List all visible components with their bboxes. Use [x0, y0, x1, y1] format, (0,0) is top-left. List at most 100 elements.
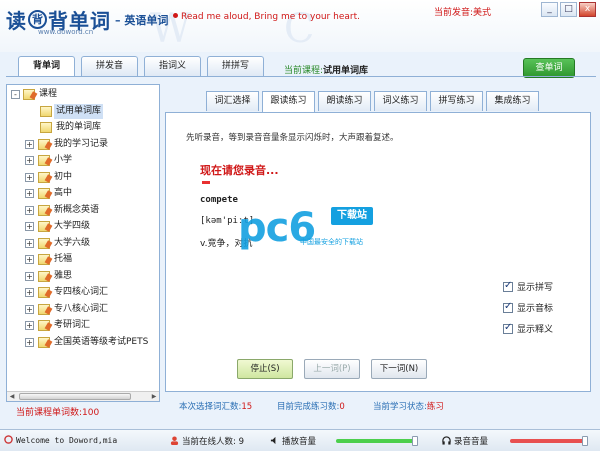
- tab-pronunciation[interactable]: 拼发音: [81, 56, 138, 76]
- expand-icon[interactable]: +: [25, 222, 34, 231]
- course-tree[interactable]: - 课程 试用单词库 我的单词库 + 我的学习记录 + 小学 + 初中 + 高中 + 新概念英语 + 大学四级…: [6, 84, 160, 402]
- scroll-right-icon[interactable]: ▶: [149, 392, 159, 401]
- user-icon: [170, 436, 179, 445]
- record-volume-label: 录音音量: [454, 437, 489, 447]
- expand-icon[interactable]: +: [25, 156, 34, 165]
- record-volume-slider[interactable]: [510, 439, 586, 443]
- tab-spelling-practice[interactable]: 拼写练习: [430, 91, 483, 111]
- folder-icon: [38, 270, 50, 282]
- current-voice-label[interactable]: 当前发音:美式: [434, 5, 491, 18]
- show-phonetic-option[interactable]: 显示音标: [503, 301, 553, 314]
- tree-item[interactable]: - 课程: [7, 87, 159, 102]
- tab-spelling[interactable]: 拼拼写: [207, 56, 264, 76]
- slogan-dot-icon: [173, 13, 178, 18]
- maximize-button[interactable]: □: [560, 2, 577, 17]
- logo-subtitle: – 英语单词: [115, 13, 169, 27]
- tree-item[interactable]: + 专八核心词汇: [7, 302, 159, 317]
- current-course: 当前课程:试用单词库: [284, 63, 368, 76]
- expand-icon[interactable]: +: [25, 337, 34, 347]
- expand-icon[interactable]: +: [25, 304, 34, 314]
- lookup-word-button[interactable]: 查单词: [523, 58, 575, 78]
- expand-icon[interactable]: +: [25, 271, 34, 281]
- speaker-icon: [270, 436, 276, 445]
- playback-volume-slider[interactable]: [336, 439, 416, 443]
- tree-item[interactable]: + 新概念英语: [7, 203, 159, 218]
- current-course-value: 试用单词库: [323, 66, 369, 76]
- stop-button[interactable]: 停止(S): [237, 359, 293, 379]
- tab-integrated-practice[interactable]: 集成练习: [486, 91, 539, 111]
- tree-item[interactable]: 我的单词库: [7, 120, 159, 135]
- welcome-text: Welcome to Doword,mia: [16, 436, 118, 445]
- folder-icon: [38, 254, 50, 265]
- expand-icon[interactable]: +: [25, 139, 34, 149]
- scroll-left-icon[interactable]: ◀: [7, 392, 17, 401]
- tree-item-label: 高中: [54, 188, 73, 198]
- tab-word-select[interactable]: 词汇选择: [206, 91, 259, 111]
- scroll-thumb[interactable]: [19, 393, 131, 400]
- tree-item[interactable]: + 初中: [7, 170, 159, 185]
- tab-divider: [6, 76, 596, 77]
- collapse-icon[interactable]: -: [11, 90, 20, 99]
- tree-item[interactable]: + 考研词汇: [7, 318, 159, 333]
- tree-item[interactable]: + 全国英语等级考试PETS: [7, 335, 159, 350]
- folder-icon: [40, 122, 52, 133]
- record-volume-knob[interactable]: [582, 436, 588, 446]
- folder-icon: [38, 237, 50, 249]
- tree-item-label: 专四核心词汇: [54, 287, 109, 297]
- tree-item[interactable]: + 高中: [7, 186, 159, 201]
- study-state-label: 当前学习状态:: [373, 402, 427, 412]
- folder-icon: [38, 171, 50, 183]
- tree-item-label: 考研词汇: [54, 320, 91, 330]
- tree-item[interactable]: + 托福: [7, 252, 159, 267]
- tab-meaning[interactable]: 指词义: [144, 56, 201, 76]
- expand-icon[interactable]: +: [25, 205, 34, 215]
- show-spelling-checkbox[interactable]: [503, 280, 513, 292]
- tree-item-label: 全国英语等级考试PETS: [54, 336, 149, 347]
- tree-item-label: 托福: [54, 254, 73, 264]
- expand-icon[interactable]: +: [25, 255, 34, 264]
- tree-item[interactable]: + 我的学习记录: [7, 137, 159, 152]
- tab-memorize[interactable]: 背单词: [18, 56, 75, 77]
- folder-icon: [38, 287, 50, 298]
- show-phonetic-checkbox[interactable]: [503, 301, 513, 313]
- tree-item-label: 雅思: [54, 270, 73, 281]
- show-spelling-option[interactable]: 显示拼写: [503, 280, 553, 293]
- tree-item[interactable]: + 大学六级: [7, 236, 159, 251]
- tree-horizontal-scrollbar[interactable]: ◀ ▶: [7, 391, 159, 401]
- folder-icon: [23, 89, 35, 100]
- folder-icon: [38, 221, 50, 232]
- tree-item[interactable]: + 专四核心词汇: [7, 285, 159, 300]
- tree-item[interactable]: + 大学四级: [7, 219, 159, 234]
- welcome-message: Welcome to Doword,mia: [4, 435, 117, 445]
- tree-item[interactable]: + 雅思: [7, 269, 159, 284]
- show-meaning-checkbox[interactable]: [503, 322, 513, 334]
- expand-icon[interactable]: +: [25, 189, 34, 198]
- app-status-icon: [4, 435, 13, 444]
- practice-stats: 本次选择词汇数:15 目前完成练习数:0 当前学习状态:练习: [165, 400, 591, 414]
- close-button[interactable]: x: [579, 2, 596, 17]
- slogan-text: Read me aloud, Bring me to your heart.: [181, 12, 360, 22]
- tree-item-label: 试用单词库: [54, 103, 104, 119]
- playback-volume-knob[interactable]: [412, 436, 418, 446]
- tab-read-aloud[interactable]: 朗读练习: [318, 91, 371, 111]
- logo-circle-icon: 背: [28, 10, 47, 29]
- minimize-button[interactable]: _: [541, 2, 558, 17]
- show-meaning-label: 显示释义: [517, 325, 554, 335]
- show-meaning-option[interactable]: 显示释义: [503, 322, 553, 335]
- tree-item[interactable]: 试用单词库: [7, 103, 159, 119]
- study-state-value: 练习: [426, 402, 444, 412]
- previous-word-button[interactable]: 上一词(P): [304, 359, 360, 379]
- tab-meaning-practice[interactable]: 词义练习: [374, 91, 427, 111]
- next-word-button[interactable]: 下一词(N): [371, 359, 427, 379]
- slogan: Read me aloud, Bring me to your heart.: [173, 12, 360, 22]
- expand-icon[interactable]: +: [25, 238, 34, 248]
- current-course-label: 当前课程:: [284, 66, 324, 76]
- tab-follow-read[interactable]: 跟读练习: [262, 91, 315, 112]
- tree-item[interactable]: + 小学: [7, 153, 159, 168]
- record-volume: 录音音量: [442, 435, 488, 447]
- expand-icon[interactable]: +: [25, 288, 34, 297]
- expand-icon[interactable]: +: [25, 172, 34, 182]
- expand-icon[interactable]: +: [25, 321, 34, 330]
- study-state-stat: 当前学习状态:练习: [373, 400, 444, 412]
- practice-tab-strip: 词汇选择 跟读练习 朗读练习 词义练习 拼写练习 集成练习: [206, 91, 539, 112]
